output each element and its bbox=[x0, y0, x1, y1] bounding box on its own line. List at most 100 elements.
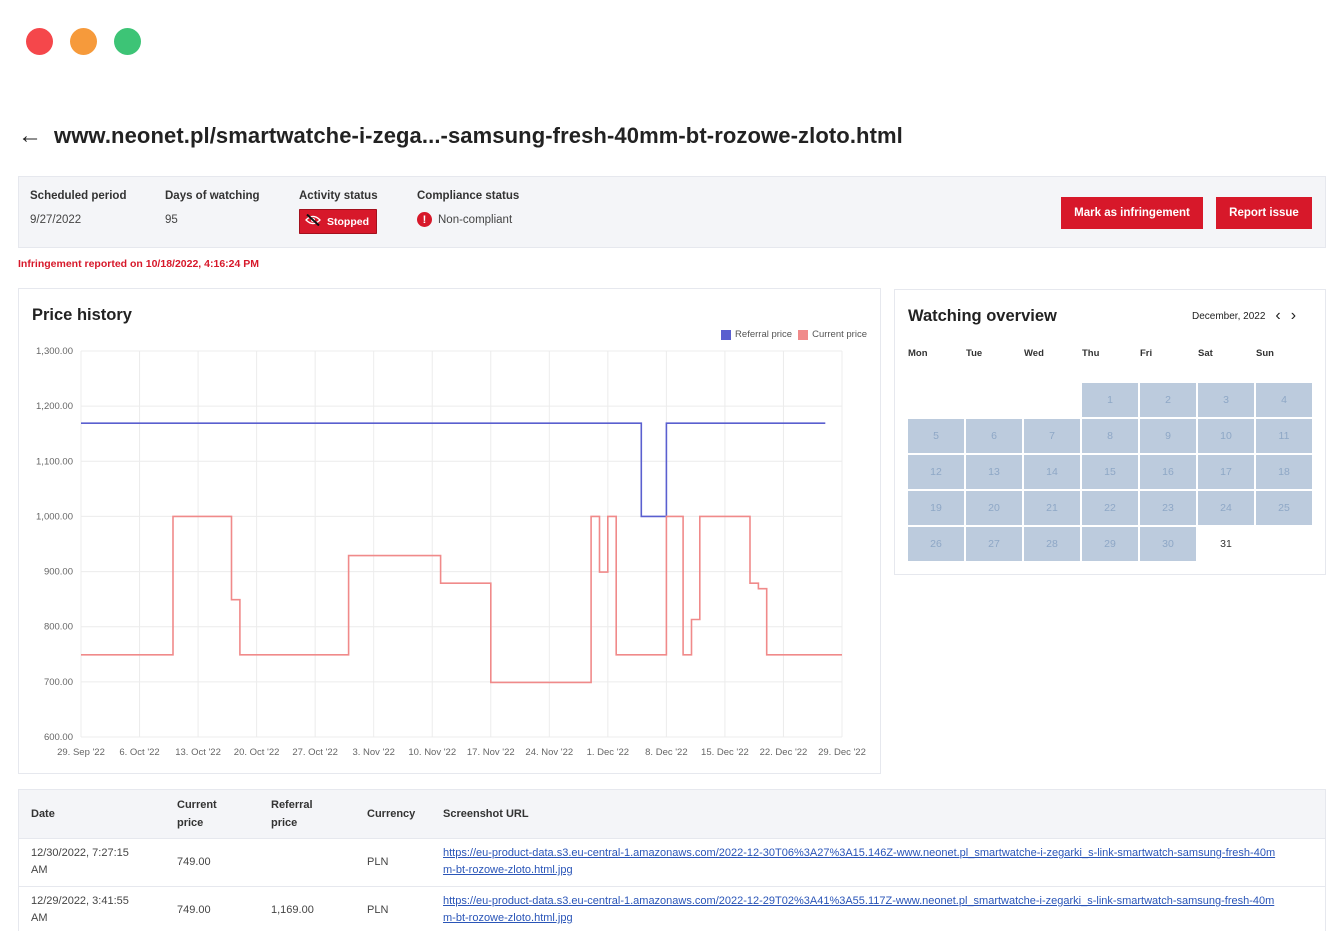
column-referral-price-line1: Referral bbox=[271, 799, 313, 811]
x-tick-label: 17. Nov '22 bbox=[467, 747, 515, 758]
calendar-day[interactable]: 15 bbox=[1082, 455, 1138, 489]
calendar-day[interactable]: 24 bbox=[1198, 491, 1254, 525]
legend-current-label: Current price bbox=[812, 329, 867, 340]
page-title: www.neonet.pl/smartwatche-i-zega...-sams… bbox=[54, 123, 903, 148]
calendar-day[interactable]: 4 bbox=[1256, 383, 1312, 417]
scheduled-period: Scheduled period 9/27/2022 bbox=[30, 190, 127, 226]
table-row: 12/30/2022, 7:27:15 AM 749.00 PLN https:… bbox=[19, 839, 1325, 887]
x-tick-label: 3. Nov '22 bbox=[352, 747, 394, 758]
y-tick-label: 1,300.00 bbox=[36, 346, 73, 357]
screenshot-link-cont[interactable]: m-bt-rozowe-zloto.html.jpg bbox=[443, 864, 573, 876]
calendar-day[interactable]: 2 bbox=[1140, 383, 1196, 417]
calendar-day[interactable]: 9 bbox=[1140, 419, 1196, 453]
calendar-day[interactable]: 11 bbox=[1256, 419, 1312, 453]
legend-current[interactable]: Current price bbox=[798, 329, 867, 340]
activity-status-label: Activity status bbox=[299, 190, 378, 202]
column-current-price-line2: price bbox=[177, 817, 204, 829]
screenshot-link-cont[interactable]: m-bt-rozowe-zloto.html.jpg bbox=[443, 912, 573, 924]
calendar-day[interactable]: 12 bbox=[908, 455, 964, 489]
calendar-day[interactable]: 25 bbox=[1256, 491, 1312, 525]
days-watching-label: Days of watching bbox=[165, 190, 260, 202]
days-watching: Days of watching 95 bbox=[165, 190, 260, 226]
alert-icon: ! bbox=[417, 212, 432, 227]
weekday-label: Sat bbox=[1198, 348, 1213, 359]
table-header: Date Current price Referral price Curren… bbox=[19, 790, 1325, 839]
screenshot-link[interactable]: https://eu-product-data.s3.eu-central-1.… bbox=[443, 895, 1274, 907]
x-tick-label: 27. Oct '22 bbox=[292, 747, 338, 758]
y-tick-label: 1,000.00 bbox=[36, 511, 73, 522]
calendar-day[interactable]: 1 bbox=[1082, 383, 1138, 417]
calendar-day[interactable]: 10 bbox=[1198, 419, 1254, 453]
column-screenshot-url[interactable]: Screenshot URL bbox=[443, 805, 529, 823]
status-badge-label: Stopped bbox=[327, 215, 369, 228]
days-watching-value: 95 bbox=[165, 214, 178, 226]
screenshot-link[interactable]: https://eu-product-data.s3.eu-central-1.… bbox=[443, 847, 1275, 859]
calendar-day[interactable]: 29 bbox=[1082, 527, 1138, 561]
x-tick-label: 29. Sep '22 bbox=[57, 747, 105, 758]
y-tick-label: 900.00 bbox=[44, 567, 73, 578]
x-tick-label: 6. Oct '22 bbox=[119, 747, 159, 758]
column-date[interactable]: Date bbox=[31, 805, 55, 823]
calendar-day[interactable]: 23 bbox=[1140, 491, 1196, 525]
mark-as-infringement-button[interactable]: Mark as infringement bbox=[1061, 197, 1203, 229]
x-tick-label: 20. Oct '22 bbox=[234, 747, 280, 758]
calendar-day[interactable]: 20 bbox=[966, 491, 1022, 525]
column-referral-price-line2: price bbox=[271, 817, 298, 829]
calendar-day[interactable]: 28 bbox=[1024, 527, 1080, 561]
calendar-weekdays: Mon Tue Wed Thu Fri Sat Sun bbox=[908, 348, 1312, 362]
compliance-status-label: Compliance status bbox=[417, 190, 520, 202]
legend-referral-swatch bbox=[721, 329, 732, 340]
row-date-line1: 12/29/2022, 3:41:55 bbox=[31, 895, 129, 907]
weekday-label: Fri bbox=[1140, 348, 1153, 359]
arrow-left-icon[interactable]: ← bbox=[18, 122, 42, 150]
report-issue-button[interactable]: Report issue bbox=[1216, 197, 1312, 229]
calendar-day[interactable]: 6 bbox=[966, 419, 1022, 453]
calendar-day[interactable]: 3 bbox=[1198, 383, 1254, 417]
calendar-day[interactable]: 31 bbox=[1198, 527, 1254, 561]
calendar-day[interactable]: 16 bbox=[1140, 455, 1196, 489]
calendar-day[interactable]: 7 bbox=[1024, 419, 1080, 453]
chevron-right-icon[interactable]: › bbox=[1291, 308, 1296, 324]
row-currency: PLN bbox=[367, 856, 389, 868]
chart-legend: Referral price Current price bbox=[721, 329, 867, 340]
calendar-month: December, 2022 bbox=[1192, 310, 1266, 322]
row-screenshot-url: https://eu-product-data.s3.eu-central-1.… bbox=[443, 845, 1313, 879]
legend-referral-label: Referral price bbox=[735, 329, 793, 340]
calendar-day[interactable]: 19 bbox=[908, 491, 964, 525]
calendar-day[interactable]: 14 bbox=[1024, 455, 1080, 489]
calendar-day[interactable]: 30 bbox=[1140, 527, 1196, 561]
calendar-day[interactable]: 13 bbox=[966, 455, 1022, 489]
row-date: 12/30/2022, 7:27:15 AM bbox=[31, 845, 129, 879]
weekday-label: Thu bbox=[1082, 348, 1100, 359]
column-current-price[interactable]: Current price bbox=[177, 796, 217, 832]
column-referral-price[interactable]: Referral price bbox=[271, 796, 313, 832]
calendar-day[interactable]: 18 bbox=[1256, 455, 1312, 489]
calendar-day[interactable]: 8 bbox=[1082, 419, 1138, 453]
legend-referral[interactable]: Referral price bbox=[721, 329, 792, 340]
row-date-line2: AM bbox=[31, 864, 48, 876]
price-history-chart: 600.00 700.00 800.00 900.00 1,000.00 1,100.00… bbox=[36, 346, 866, 758]
compliance-status-text: Non-compliant bbox=[438, 213, 513, 226]
close-window-button[interactable] bbox=[26, 28, 53, 55]
table-row: 12/29/2022, 3:41:55 AM 749.00 1,169.00 P… bbox=[19, 887, 1325, 931]
row-referral-price: 1,169.00 bbox=[271, 904, 314, 916]
x-tick-label: 8. Dec '22 bbox=[645, 747, 687, 758]
compliance-status-value: ! Non-compliant bbox=[417, 212, 519, 227]
chevron-left-icon[interactable]: ‹ bbox=[1275, 308, 1280, 324]
weekday-label: Sun bbox=[1256, 348, 1274, 359]
row-current-price: 749.00 bbox=[177, 856, 211, 868]
x-tick-label: 29. Dec '22 bbox=[818, 747, 866, 758]
calendar-day[interactable]: 22 bbox=[1082, 491, 1138, 525]
x-tick-label: 1. Dec '22 bbox=[587, 747, 629, 758]
watch-info-panel: Scheduled period 9/27/2022 Days of watch… bbox=[18, 176, 1326, 248]
minimize-window-button[interactable] bbox=[70, 28, 97, 55]
calendar-day[interactable]: 21 bbox=[1024, 491, 1080, 525]
page-header: ← www.neonet.pl/smartwatche-i-zega...-sa… bbox=[18, 122, 903, 150]
calendar-day[interactable]: 17 bbox=[1198, 455, 1254, 489]
calendar-day[interactable]: 26 bbox=[908, 527, 964, 561]
column-currency[interactable]: Currency bbox=[367, 805, 415, 823]
calendar-day[interactable]: 27 bbox=[966, 527, 1022, 561]
maximize-window-button[interactable] bbox=[114, 28, 141, 55]
y-tick-label: 800.00 bbox=[44, 622, 73, 633]
calendar-day[interactable]: 5 bbox=[908, 419, 964, 453]
